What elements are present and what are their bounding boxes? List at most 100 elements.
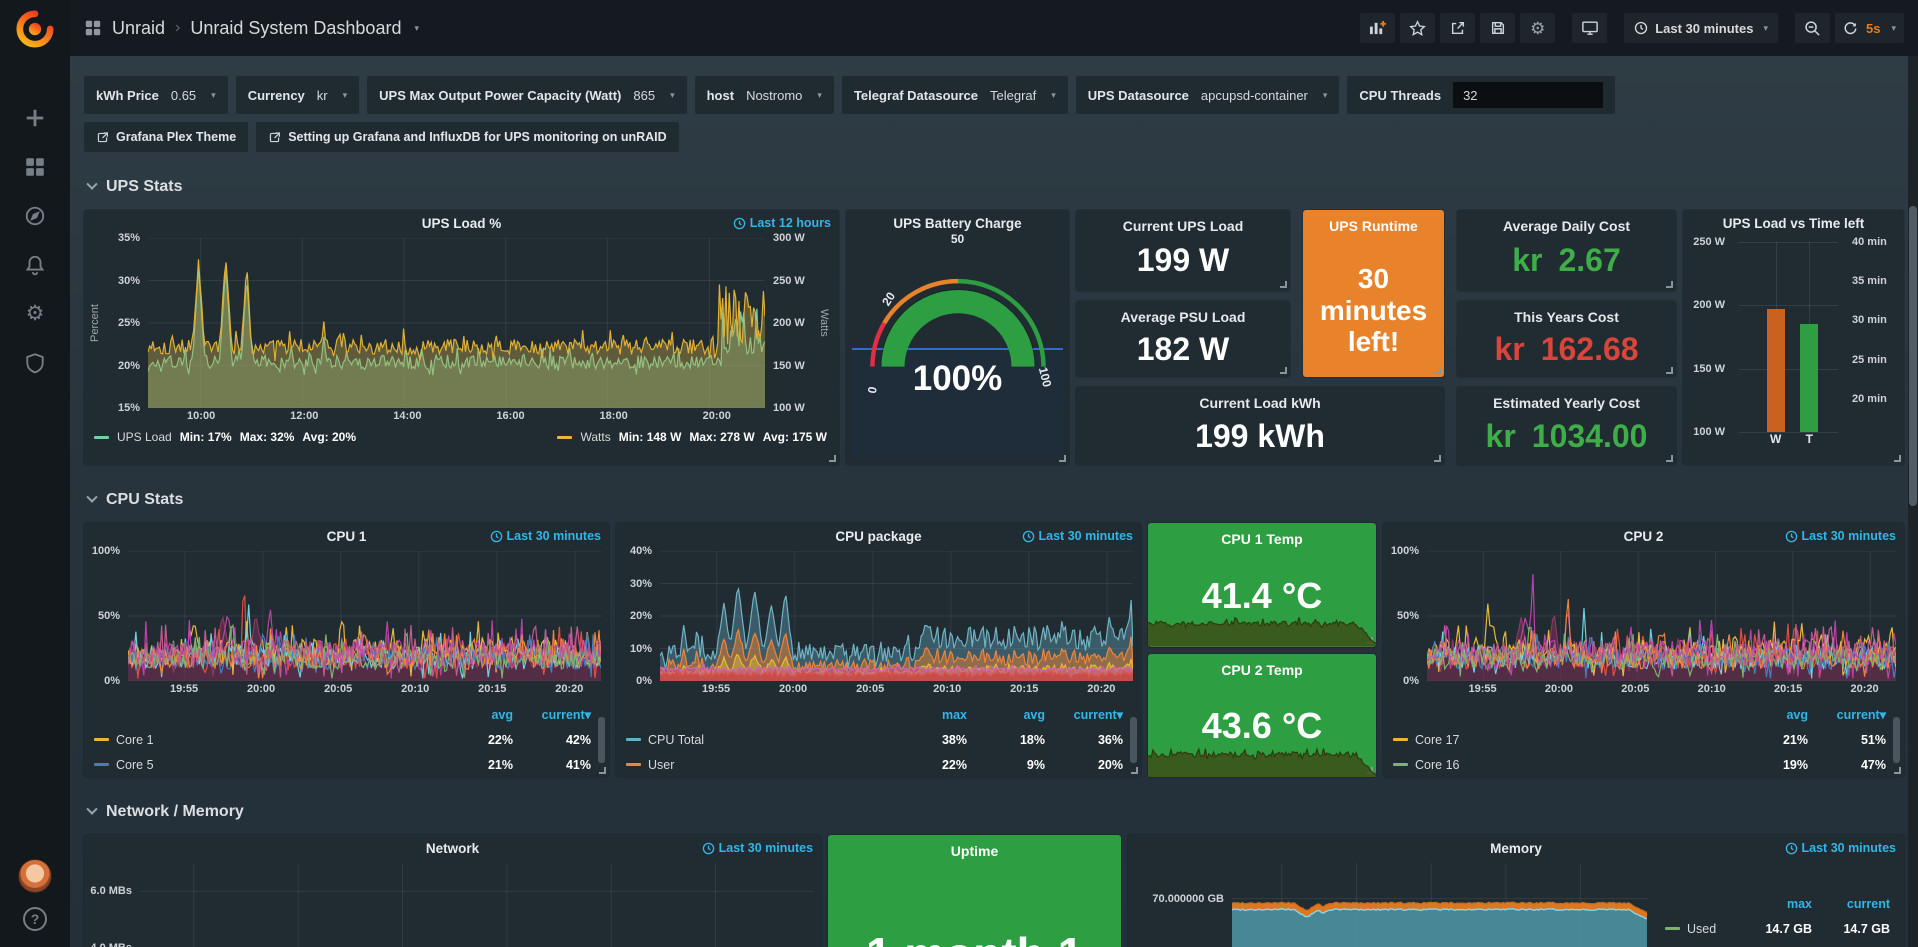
zoom-out-button[interactable] bbox=[1795, 13, 1830, 43]
legend-sort-current[interactable]: current▾ bbox=[1808, 707, 1886, 722]
tv-kiosk-button[interactable] bbox=[1572, 13, 1607, 43]
panel-time-range[interactable]: Last 30 minutes bbox=[1785, 841, 1896, 855]
legend-sort-avg[interactable]: avg bbox=[967, 708, 1045, 722]
security-icon[interactable] bbox=[0, 338, 70, 387]
panel-resize-handle[interactable] bbox=[1666, 281, 1673, 288]
star-button[interactable] bbox=[1400, 13, 1435, 43]
stat-title[interactable]: Current UPS Load bbox=[1076, 218, 1290, 234]
legend-series[interactable]: User bbox=[626, 758, 889, 772]
save-button[interactable] bbox=[1480, 13, 1515, 43]
variable-input-cpu-threads[interactable] bbox=[1453, 82, 1603, 108]
panel-resize-handle[interactable] bbox=[1131, 767, 1138, 774]
legend-sort-current[interactable]: current▾ bbox=[1045, 707, 1123, 722]
panel-title[interactable]: UPS Load % bbox=[422, 216, 502, 231]
scrollbar-thumb[interactable] bbox=[1909, 206, 1917, 506]
panel-title[interactable]: UPS Load vs Time left bbox=[1723, 216, 1865, 231]
legend-sort-max[interactable]: max bbox=[1734, 897, 1812, 911]
panel-title[interactable]: CPU 2 bbox=[1624, 529, 1664, 544]
panel-resize-handle[interactable] bbox=[1666, 455, 1673, 462]
dashboard-link[interactable]: Setting up Grafana and InfluxDB for UPS … bbox=[256, 122, 678, 152]
legend-scrollbar[interactable] bbox=[1893, 717, 1900, 763]
stat-title[interactable]: UPS Runtime bbox=[1303, 218, 1444, 234]
stat-title[interactable]: This Years Cost bbox=[1457, 309, 1676, 325]
panel-title[interactable]: CPU package bbox=[835, 529, 921, 544]
panel-time-range[interactable]: Last 30 minutes bbox=[1022, 529, 1133, 543]
section-network-memory[interactable]: Network / Memory bbox=[84, 795, 1904, 829]
panel-title[interactable]: Memory bbox=[1490, 841, 1542, 856]
section-cpu-stats[interactable]: CPU Stats bbox=[84, 483, 1904, 517]
legend-sort-max[interactable]: max bbox=[889, 708, 967, 722]
time-range-picker[interactable]: Last 30 minutes ▾ bbox=[1624, 13, 1778, 43]
alerting-icon[interactable] bbox=[0, 240, 70, 289]
legend-sort-current[interactable]: current▾ bbox=[513, 707, 591, 722]
panel-title[interactable]: UPS Battery Charge bbox=[893, 216, 1021, 231]
dashboard-title[interactable]: Unraid System Dashboard bbox=[190, 18, 401, 39]
stat-title[interactable]: CPU 2 Temp bbox=[1148, 662, 1376, 678]
configuration-icon[interactable]: ⚙ bbox=[0, 289, 70, 338]
legend-scrollbar[interactable] bbox=[598, 717, 605, 763]
help-icon[interactable]: ? bbox=[23, 907, 47, 931]
bar-T[interactable] bbox=[1800, 324, 1818, 432]
stat-title[interactable]: Current Load kWh bbox=[1076, 395, 1444, 411]
cpu1-chart[interactable] bbox=[128, 551, 601, 681]
panel-time-range[interactable]: Last 30 minutes bbox=[1785, 529, 1896, 543]
stat-title[interactable]: CPU 1 Temp bbox=[1148, 531, 1376, 547]
legend-series[interactable]: CPU Total bbox=[626, 733, 889, 747]
legend-series[interactable]: Used bbox=[1665, 922, 1734, 936]
network-chart[interactable] bbox=[140, 863, 813, 947]
breadcrumb-root[interactable]: Unraid bbox=[112, 18, 165, 39]
panel-resize-handle[interactable] bbox=[1280, 281, 1287, 288]
panel-title[interactable]: Network bbox=[426, 841, 479, 856]
legend-sort-current[interactable]: current bbox=[1812, 897, 1890, 911]
panel-resize-handle[interactable] bbox=[1894, 455, 1901, 462]
legend-series[interactable]: Core 16 bbox=[1393, 758, 1730, 772]
share-button[interactable] bbox=[1440, 13, 1475, 43]
panel-resize-handle[interactable] bbox=[1894, 767, 1901, 774]
dashboard-settings-button[interactable]: ⚙ bbox=[1520, 13, 1555, 43]
legend-series[interactable]: Watts bbox=[580, 430, 610, 444]
stat-title[interactable]: Estimated Yearly Cost bbox=[1457, 395, 1676, 411]
grafana-logo-icon[interactable] bbox=[16, 10, 54, 53]
add-icon[interactable] bbox=[0, 93, 70, 142]
panel-resize-handle[interactable] bbox=[1059, 455, 1066, 462]
panel-resize-handle[interactable] bbox=[1434, 455, 1441, 462]
legend-series[interactable]: Core 1 bbox=[94, 733, 435, 747]
panel-time-range[interactable]: Last 30 minutes bbox=[490, 529, 601, 543]
cpu-package-chart[interactable] bbox=[660, 551, 1133, 681]
panel-resize-handle[interactable] bbox=[1434, 367, 1441, 374]
legend-sort-avg[interactable]: avg bbox=[435, 708, 513, 722]
panel-resize-handle[interactable] bbox=[829, 455, 836, 462]
legend-series[interactable]: Core 17 bbox=[1393, 733, 1730, 747]
panel-title[interactable]: CPU 1 bbox=[327, 529, 367, 544]
refresh-control[interactable]: 5s ▾ bbox=[1835, 13, 1904, 43]
legend-series[interactable]: UPS Load bbox=[117, 430, 172, 444]
stat-title[interactable]: Average Daily Cost bbox=[1457, 218, 1676, 234]
bar-chart[interactable] bbox=[1739, 242, 1838, 432]
panel-time-range[interactable]: Last 12 hours bbox=[733, 216, 831, 230]
stat-title[interactable]: Average PSU Load bbox=[1076, 309, 1290, 325]
stat-title[interactable]: Uptime bbox=[828, 843, 1121, 859]
variable-ups-max-output-power-capacity-watt[interactable]: UPS Max Output Power Capacity (Watt)865▾ bbox=[367, 76, 686, 114]
chevron-down-icon[interactable]: ▾ bbox=[414, 23, 419, 34]
section-ups-stats[interactable]: UPS Stats bbox=[84, 170, 1904, 204]
cpu2-chart[interactable] bbox=[1427, 551, 1896, 681]
dashboard-link[interactable]: Grafana Plex Theme bbox=[84, 122, 248, 152]
add-panel-button[interactable] bbox=[1360, 13, 1395, 43]
legend-sort-avg[interactable]: avg bbox=[1730, 708, 1808, 722]
explore-icon[interactable] bbox=[0, 191, 70, 240]
user-avatar[interactable] bbox=[18, 859, 52, 893]
variable-host[interactable]: hostNostromo▾ bbox=[695, 76, 834, 114]
apps-icon[interactable] bbox=[84, 19, 102, 37]
panel-resize-handle[interactable] bbox=[599, 767, 606, 774]
variable-ups-datasource[interactable]: UPS Datasourceapcupsd-container▾ bbox=[1076, 76, 1340, 114]
variable-telegraf-datasource[interactable]: Telegraf DatasourceTelegraf▾ bbox=[842, 76, 1068, 114]
variable-kwh-price[interactable]: kWh Price0.65▾ bbox=[84, 76, 228, 114]
legend-scrollbar[interactable] bbox=[1130, 717, 1137, 763]
bar-W[interactable] bbox=[1767, 309, 1785, 433]
page-scrollbar[interactable] bbox=[1908, 56, 1918, 947]
battery-gauge[interactable]: 0 20 50 100 100% bbox=[852, 236, 1063, 459]
variable-cpu-threads[interactable]: CPU Threads bbox=[1347, 76, 1615, 114]
dashboards-icon[interactable] bbox=[0, 142, 70, 191]
panel-resize-handle[interactable] bbox=[1280, 367, 1287, 374]
variable-currency[interactable]: Currencykr▾ bbox=[236, 76, 359, 114]
